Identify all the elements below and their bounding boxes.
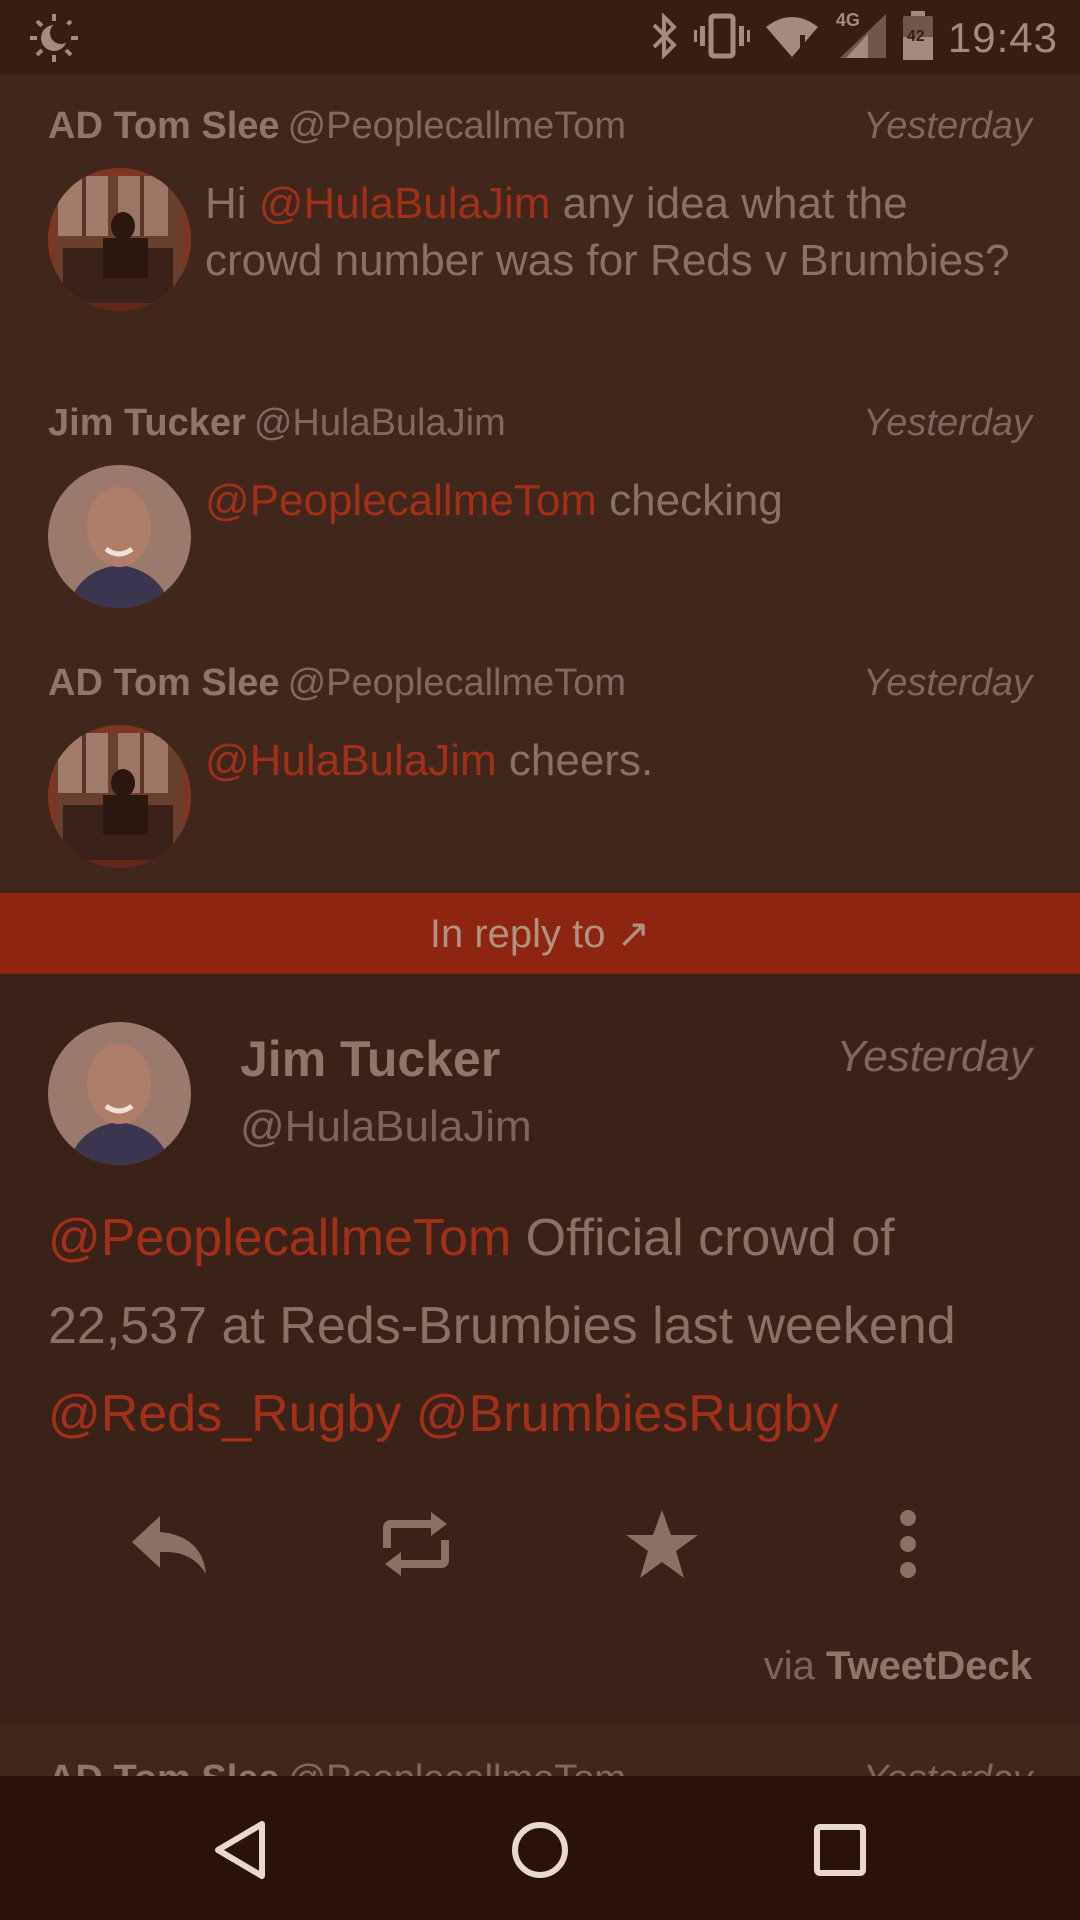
timestamp: Yesterday: [836, 1032, 1032, 1081]
timestamp: Yesterday: [863, 1758, 1032, 1776]
mention-link[interactable]: @HulaBulaJim: [259, 179, 551, 228]
avatar[interactable]: [48, 1022, 191, 1165]
tweet[interactable]: AD Tom Slee @PeoplecallmeTom Yesterday @…: [0, 632, 1080, 893]
bluetooth-icon: [650, 11, 680, 64]
mention-link[interactable]: @BrumbiesRugby: [416, 1385, 839, 1443]
signal-icon: 4G: [834, 9, 888, 65]
author-name[interactable]: Jim Tucker: [240, 1030, 500, 1088]
avatar[interactable]: [48, 168, 191, 311]
tweet[interactable]: AD Tom Slee @PeoplecallmeTom Yesterday: [0, 1724, 1080, 1776]
more-options-button[interactable]: [858, 1494, 958, 1594]
in-reply-to-bar[interactable]: In reply to ↗: [0, 893, 1080, 974]
tweet-text: @HulaBulaJim cheers.: [205, 736, 654, 785]
author-handle[interactable]: @HulaBulaJim: [240, 1102, 532, 1152]
author-name[interactable]: AD Tom Slee: [48, 105, 280, 148]
tweet[interactable]: AD Tom Slee @PeoplecallmeTom Yesterday H…: [0, 75, 1080, 372]
avatar[interactable]: [48, 465, 191, 608]
recents-button[interactable]: [790, 1800, 890, 1900]
battery-level: 42: [906, 27, 925, 45]
in-reply-to-label: In reply to ↗: [429, 911, 651, 956]
timestamp: Yesterday: [863, 105, 1032, 147]
favorite-icon: [626, 1510, 698, 1578]
timestamp: Yesterday: [863, 402, 1032, 444]
retweet-button[interactable]: [366, 1494, 466, 1594]
author-handle[interactable]: @PeoplecallmeTom: [288, 105, 627, 148]
author-name[interactable]: Jim Tucker: [48, 402, 246, 445]
tweet-actions: [0, 1494, 1080, 1594]
author-handle[interactable]: @PeoplecallmeTom: [288, 662, 627, 705]
favorite-button[interactable]: [612, 1494, 712, 1594]
home-button[interactable]: [490, 1800, 590, 1900]
client-name[interactable]: TweetDeck: [826, 1644, 1032, 1688]
reply-icon: [132, 1516, 206, 1574]
timestamp: Yesterday: [863, 662, 1032, 704]
mention-link[interactable]: @HulaBulaJim: [205, 736, 497, 785]
recents-icon: [814, 1824, 866, 1876]
tweet-text: Hi @HulaBulaJim any idea what the crowd …: [205, 179, 1010, 285]
network-type-label: 4G: [835, 9, 860, 30]
home-icon: [512, 1822, 568, 1878]
tweet-text: @PeoplecallmeTom Official crowd of 22,53…: [48, 1209, 956, 1443]
mention-link[interactable]: @Reds_Rugby: [48, 1385, 401, 1443]
wifi-icon: [764, 13, 820, 64]
night-mode-icon: [28, 12, 80, 69]
vibrate-icon: [693, 13, 750, 64]
retweet-icon: [383, 1512, 449, 1576]
clock: 19:43: [947, 14, 1058, 61]
author-name[interactable]: AD Tom Slee: [48, 662, 280, 705]
mention-link[interactable]: @PeoplecallmeTom: [48, 1209, 511, 1267]
back-icon: [215, 1821, 265, 1879]
conversation-thread: AD Tom Slee @PeoplecallmeTom Yesterday H…: [0, 75, 1080, 893]
avatar[interactable]: [48, 725, 191, 868]
author-handle[interactable]: @PeoplecallmeTom: [288, 1758, 627, 1776]
focused-tweet: Jim Tucker @HulaBulaJim Yesterday @Peopl…: [0, 974, 1080, 1724]
more-icon: [900, 1510, 916, 1578]
status-bar: 4G 42 19:43: [0, 0, 1080, 75]
navigation-bar: [0, 1776, 1080, 1920]
battery-icon: 42: [902, 10, 934, 66]
tweet[interactable]: Jim Tucker @HulaBulaJim Yesterday @Peopl…: [0, 372, 1080, 632]
author-handle[interactable]: @HulaBulaJim: [254, 402, 506, 445]
mention-link[interactable]: @PeoplecallmeTom: [205, 476, 597, 525]
reply-button[interactable]: [120, 1494, 220, 1594]
author-name[interactable]: AD Tom Slee: [48, 1758, 280, 1776]
back-button[interactable]: [190, 1800, 290, 1900]
tweet-text: @PeoplecallmeTom checking: [205, 476, 783, 525]
via-client: via TweetDeck: [763, 1644, 1032, 1688]
